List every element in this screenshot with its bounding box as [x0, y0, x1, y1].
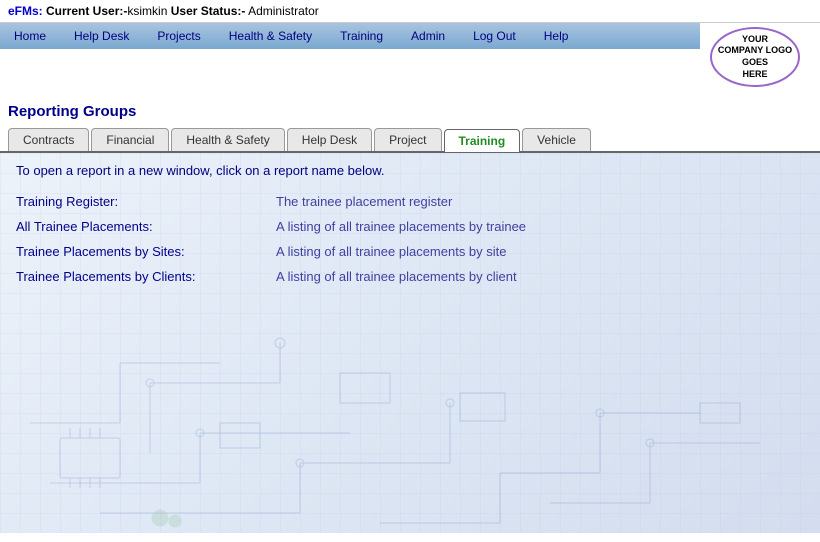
user-role: Administrator	[245, 4, 318, 18]
report-link-2[interactable]: All Trainee Placements:	[16, 219, 153, 234]
nav-help[interactable]: Help	[530, 23, 583, 49]
nav-health-safety[interactable]: Health & Safety	[215, 23, 326, 49]
top-bar: eFMs: Current User:-ksimkin User Status:…	[0, 0, 820, 23]
blueprint-svg	[0, 283, 820, 533]
content-area: To open a report in a new window, click …	[0, 153, 820, 533]
instruction-text: To open a report in a new window, click …	[16, 163, 804, 178]
report-item-2: All Trainee Placements: A listing of all…	[16, 219, 804, 234]
report-label-4[interactable]: Trainee Placements by Clients:	[16, 269, 276, 284]
username: ksimkin	[127, 4, 167, 18]
app-name: eFMs:	[8, 4, 43, 18]
report-label-3[interactable]: Trainee Placements by Sites:	[16, 244, 276, 259]
logo-text: YOURCOMPANY LOGOGOESHERE	[718, 34, 792, 81]
current-user-label: Current User:-	[46, 4, 127, 18]
report-label-2[interactable]: All Trainee Placements:	[16, 219, 276, 234]
nav-home[interactable]: Home	[0, 23, 60, 49]
tab-project[interactable]: Project	[374, 128, 441, 151]
nav-logout[interactable]: Log Out	[459, 23, 530, 49]
report-label-1[interactable]: Training Register:	[16, 194, 276, 209]
nav-projects[interactable]: Projects	[143, 23, 214, 49]
report-description-3: A listing of all trainee placements by s…	[276, 244, 507, 259]
report-description-4: A listing of all trainee placements by c…	[276, 269, 517, 284]
nav-menu: Home Help Desk Projects Health & Safety …	[0, 23, 700, 49]
report-item-1: Training Register: The trainee placement…	[16, 194, 804, 209]
tab-helpdesk[interactable]: Help Desk	[287, 128, 372, 151]
tab-training[interactable]: Training	[444, 129, 521, 152]
header-area: Reporting Groups	[0, 91, 820, 128]
tab-contracts[interactable]: Contracts	[8, 128, 89, 151]
tab-vehicle[interactable]: Vehicle	[522, 128, 591, 151]
report-description-2: A listing of all trainee placements by t…	[276, 219, 526, 234]
user-status-label: User Status:-	[171, 4, 246, 18]
report-link-4[interactable]: Trainee Placements by Clients:	[16, 269, 195, 284]
report-link-1[interactable]: Training Register:	[16, 194, 118, 209]
nav-training[interactable]: Training	[326, 23, 397, 49]
tab-financial[interactable]: Financial	[91, 128, 169, 151]
company-logo: YOURCOMPANY LOGOGOESHERE	[710, 27, 800, 87]
report-description-1: The trainee placement register	[276, 194, 452, 209]
content-inner: To open a report in a new window, click …	[0, 153, 820, 304]
report-item-3: Trainee Placements by Sites: A listing o…	[16, 244, 804, 259]
nav-helpdesk[interactable]: Help Desk	[60, 23, 143, 49]
report-link-3[interactable]: Trainee Placements by Sites:	[16, 244, 185, 259]
nav-admin[interactable]: Admin	[397, 23, 459, 49]
tab-health-safety[interactable]: Health & Safety	[171, 128, 284, 151]
report-item-4: Trainee Placements by Clients: A listing…	[16, 269, 804, 284]
tabs-container: Contracts Financial Health & Safety Help…	[0, 128, 820, 153]
page-title: Reporting Groups	[8, 97, 136, 126]
